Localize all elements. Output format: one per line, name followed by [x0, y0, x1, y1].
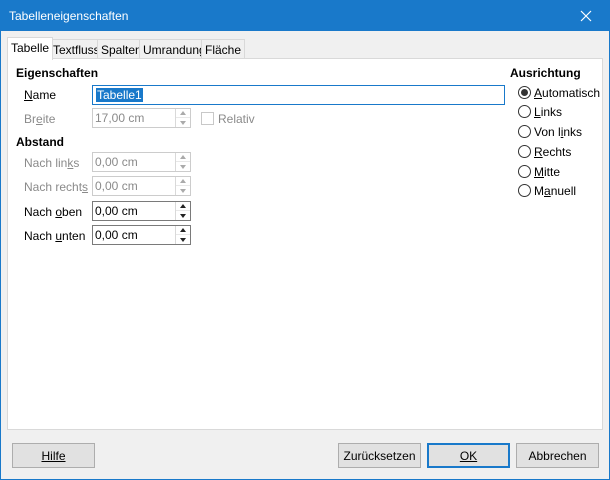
radio-mitte[interactable] [518, 165, 531, 178]
width-value: 17,00 cm [95, 111, 145, 125]
relative-label: Relativ [218, 112, 255, 126]
radio-label-mitte: Mitte [534, 165, 561, 179]
reset-button-label: Zurücksetzen [343, 448, 416, 463]
tab-textfluss[interactable]: Textfluss [49, 39, 104, 59]
spin-up-icon[interactable] [176, 202, 190, 211]
spin-down-icon[interactable] [176, 235, 190, 244]
relative-checkbox[interactable] [201, 112, 214, 125]
right-spacing-value: 0,00 cm [95, 179, 138, 193]
spin-down-icon[interactable] [176, 211, 190, 220]
bottom-spacing-label: Nach unten [24, 229, 86, 243]
help-button[interactable]: Hilfe [12, 443, 95, 468]
right-spacing-spinner[interactable] [175, 177, 190, 195]
radio-rechts[interactable] [518, 145, 531, 158]
spin-down-icon[interactable] [176, 162, 190, 171]
left-spacing-spinfield[interactable]: 0,00 cm [92, 152, 191, 172]
right-spacing-spinfield[interactable]: 0,00 cm [92, 176, 191, 196]
tab-tabelle[interactable]: Tabelle [7, 37, 54, 60]
width-label: Breite [24, 112, 56, 126]
tab-panel: Eigenschaften Name Tabelle1 Breite 17,00… [7, 58, 603, 430]
name-label: Name [24, 88, 57, 102]
spin-up-icon[interactable] [176, 226, 190, 235]
spin-up-icon[interactable] [176, 109, 190, 118]
radio-von-links[interactable] [518, 125, 531, 138]
alignment-heading: Ausrichtung [510, 66, 581, 80]
name-input[interactable]: Tabelle1 [92, 85, 505, 105]
width-spinner[interactable] [175, 109, 190, 127]
bottom-spacing-spinner[interactable] [175, 226, 190, 244]
ok-button-label: OK [459, 448, 478, 463]
left-spacing-spinner[interactable] [175, 153, 190, 171]
bottom-spacing-value: 0,00 cm [95, 228, 138, 242]
spin-down-icon[interactable] [176, 186, 190, 195]
left-spacing-value: 0,00 cm [95, 155, 138, 169]
radio-links[interactable] [518, 105, 531, 118]
spin-up-icon[interactable] [176, 177, 190, 186]
tab-flaeche[interactable]: Fläche [201, 39, 246, 59]
window-title: Tabelleneigenschaften [9, 9, 129, 23]
spin-up-icon[interactable] [176, 153, 190, 162]
tab-umrandung[interactable]: Umrandung [139, 39, 210, 59]
right-spacing-label: Nach rechts [24, 180, 89, 194]
top-spacing-value: 0,00 cm [95, 204, 138, 218]
radio-label-links: Links [534, 105, 563, 119]
spin-down-icon[interactable] [176, 118, 190, 127]
width-spinfield[interactable]: 17,00 cm [92, 108, 191, 128]
radio-label-rechts: Rechts [534, 145, 572, 159]
top-spacing-label: Nach oben [24, 205, 83, 219]
help-button-label: Hilfe [41, 448, 66, 463]
name-value: Tabelle1 [96, 88, 143, 102]
top-spacing-spinfield[interactable]: 0,00 cm [92, 201, 191, 221]
cancel-button[interactable]: Abbrechen [516, 443, 599, 468]
radio-label-manuell: Manuell [534, 184, 577, 198]
dialog-window: Tabelleneigenschaften Tabelle Textfluss … [0, 0, 610, 480]
close-button[interactable] [563, 1, 609, 31]
radio-label-automatisch: Automatisch [534, 86, 601, 100]
ok-button[interactable]: OK [427, 443, 510, 468]
radio-manuell[interactable] [518, 184, 531, 197]
radio-automatisch[interactable] [518, 86, 531, 99]
reset-button[interactable]: Zurücksetzen [338, 443, 421, 468]
left-spacing-label: Nach links [24, 156, 80, 170]
cancel-button-label: Abbrechen [528, 448, 587, 463]
top-spacing-spinner[interactable] [175, 202, 190, 220]
spacing-heading: Abstand [16, 135, 64, 149]
title-bar: Tabelleneigenschaften [1, 1, 609, 31]
properties-heading: Eigenschaften [16, 66, 99, 80]
bottom-spacing-spinfield[interactable]: 0,00 cm [92, 225, 191, 245]
close-icon [580, 10, 592, 22]
radio-label-von-links: Von links [534, 125, 583, 139]
